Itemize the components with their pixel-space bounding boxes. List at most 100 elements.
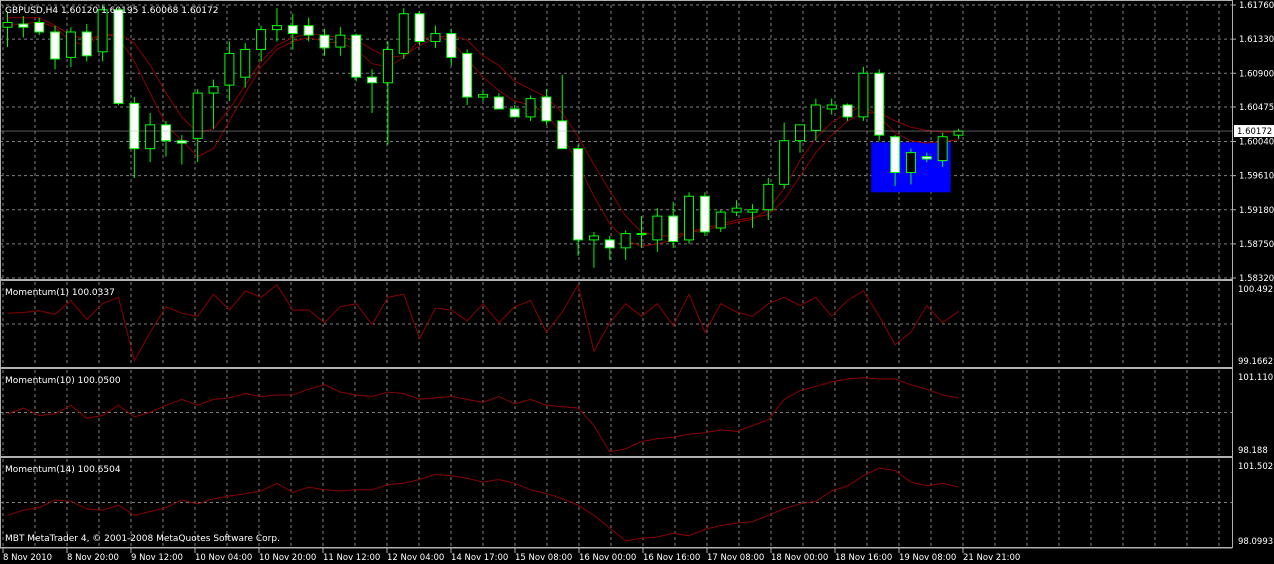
price-tick-label: 1.60900 — [1239, 69, 1274, 79]
candle-body — [763, 183, 774, 211]
candle-body — [493, 96, 504, 110]
candle-body — [430, 33, 441, 43]
candle-body — [50, 31, 61, 60]
time-tick-label: 14 Nov 17:00 — [451, 553, 508, 563]
time-tick-label: 18 Nov 00:00 — [771, 553, 828, 563]
indicator-max-label: 100.492 — [1238, 285, 1273, 295]
indicator-min-label: 98.188 — [1238, 446, 1268, 456]
candle-body — [208, 86, 219, 94]
candle-body — [620, 233, 631, 249]
candle-body — [382, 48, 393, 84]
copyright-text: MBT MetaTrader 4, © 2001-2008 MetaQuotes… — [5, 534, 280, 544]
time-tick-label: 16 Nov 16:00 — [643, 553, 700, 563]
candle-body — [398, 13, 409, 54]
price-tick-label: 1.59610 — [1239, 172, 1274, 182]
chart-canvas[interactable]: 1.61760 1.61330 1.60900 1.60475 1.60040 1.596… — [0, 0, 1274, 564]
candle-body — [715, 211, 726, 229]
price-tick-label: 1.58320 — [1239, 274, 1274, 284]
candle-body — [478, 94, 488, 98]
candle-body — [256, 29, 267, 50]
candle-body — [668, 215, 679, 242]
price-tick-label: 1.60040 — [1239, 138, 1274, 148]
time-tick-label: 21 Nov 21:00 — [963, 553, 1020, 563]
time-tick-label: 8 Nov 2010 — [3, 553, 52, 563]
candle-body — [351, 34, 362, 78]
candle-body — [652, 215, 663, 241]
candle-body — [842, 104, 853, 118]
momentum10-label: Momentum(10) 100.0500 — [5, 376, 121, 386]
candle-body — [890, 136, 901, 173]
candle-body — [97, 9, 108, 53]
price-tick-label: 1.58750 — [1239, 240, 1274, 250]
indicator-max-label: 101.502 — [1238, 462, 1273, 472]
time-tick-label: 12 Nov 04:00 — [387, 553, 444, 563]
candle-body — [541, 96, 552, 122]
candle-body — [810, 104, 821, 131]
current-price-label: 1.60172 — [1237, 127, 1272, 137]
indicator-min-label: 99.1662 — [1238, 357, 1273, 367]
candle-body — [905, 152, 916, 173]
time-tick-label: 10 Nov 04:00 — [195, 553, 252, 563]
candle-body — [731, 207, 742, 213]
candle-body — [192, 92, 203, 139]
candle-body — [18, 23, 29, 28]
candle-body — [684, 195, 695, 241]
indicator-min-label: 98.0993 — [1238, 537, 1273, 547]
time-tick-label: 10 Nov 20:00 — [259, 553, 316, 563]
candle-body — [129, 102, 140, 150]
time-tick-label: 18 Nov 16:00 — [835, 553, 892, 563]
time-tick-label: 15 Nov 08:00 — [515, 553, 572, 563]
candle-body — [858, 72, 869, 118]
indicator-max-label: 101.110 — [1238, 373, 1273, 383]
candle-body — [937, 136, 948, 162]
candle-body — [65, 31, 76, 58]
candle-body — [921, 156, 932, 160]
price-tick-label: 1.61330 — [1239, 35, 1274, 45]
candle-body — [636, 233, 647, 236]
candle-body — [557, 120, 568, 150]
time-tick-label: 16 Nov 00:00 — [579, 553, 636, 563]
candle-body — [161, 124, 171, 142]
time-tick-label: 8 Nov 20:00 — [67, 553, 119, 563]
candle-body — [747, 209, 758, 213]
time-tick-label: 19 Nov 08:00 — [899, 553, 956, 563]
candle-body — [953, 130, 964, 136]
candle-body — [113, 9, 124, 104]
candle-body — [446, 33, 457, 58]
chart-background — [0, 0, 1274, 564]
candle-body — [699, 195, 710, 233]
candle-body — [588, 235, 599, 241]
price-tick-label: 1.59180 — [1239, 206, 1274, 216]
candle-body — [240, 48, 251, 78]
candle-body — [779, 140, 790, 185]
candle-body — [319, 34, 330, 49]
momentum1-label: Momentum(1) 100.0337 — [5, 288, 115, 298]
candle-body — [462, 52, 473, 98]
price-tick-label: 1.61760 — [1239, 1, 1274, 11]
price-tick-label: 1.60475 — [1239, 103, 1274, 113]
candle-body — [874, 72, 885, 136]
symbol-header: GBPUSD,H4 1.60120 1.60195 1.60068 1.6017… — [5, 6, 218, 16]
candle-body — [525, 98, 536, 118]
candle-body — [34, 21, 45, 33]
candle-body — [414, 13, 425, 43]
candle-body — [2, 21, 13, 28]
time-tick-label: 9 Nov 12:00 — [131, 553, 183, 563]
candle-body — [826, 104, 837, 110]
candle-body — [145, 124, 156, 150]
candle-body — [509, 108, 520, 118]
candle-body — [795, 124, 805, 142]
candle-body — [303, 25, 314, 36]
time-tick-label: 17 Nov 08:00 — [707, 553, 764, 563]
candle-body — [573, 148, 584, 241]
candle-body — [224, 52, 235, 86]
candle-body — [287, 25, 298, 35]
candle-body — [81, 31, 92, 57]
candle-body — [176, 140, 187, 144]
momentum14-label: Momentum(14) 100.6504 — [5, 465, 121, 475]
candle-body — [367, 76, 378, 84]
candle-body — [271, 25, 282, 31]
candle-body — [604, 239, 615, 249]
candle-body — [335, 34, 346, 48]
time-tick-label: 11 Nov 12:00 — [323, 553, 380, 563]
